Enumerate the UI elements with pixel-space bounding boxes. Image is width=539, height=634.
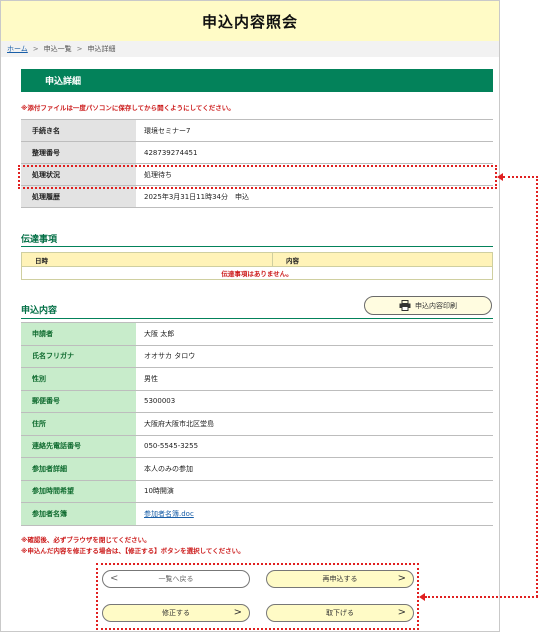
details-key: 参加者名簿 [21, 502, 136, 526]
details-row: 性別 男性 [21, 367, 493, 391]
summary-value: 428739274451 [136, 141, 493, 164]
footer-note-edit: ※申込んだ内容を修正する場合は、【修正する】ボタンを選択してください。 [21, 547, 245, 555]
details-value: 大阪府大阪市北区堂島 [136, 412, 493, 436]
summary-table: 手続き名 環境セミナー7 整理番号 428739274451 処理状況 処理待ち 処理… [21, 119, 493, 208]
dentatsu-header-row: 日時 内容 [21, 252, 493, 267]
details-key: 住所 [21, 412, 136, 436]
print-button-label: 申込内容印刷 [415, 301, 457, 310]
breadcrumb-home-link[interactable]: ホーム [7, 44, 28, 54]
breadcrumb-separator: > [76, 45, 83, 53]
details-key: 申請者 [21, 322, 136, 346]
breadcrumb-detail: 申込詳細 [87, 45, 116, 53]
details-key: 氏名フリガナ [21, 344, 136, 368]
details-key: 郵便番号 [21, 389, 136, 413]
details-row: 参加時間希望 10時開演 [21, 479, 493, 503]
summary-key: 手続き名 [21, 119, 136, 142]
summary-key: 整理番号 [21, 141, 136, 164]
details-row: 住所 大阪府大阪市北区堂島 [21, 412, 493, 436]
dentatsu-title: 伝達事項 [21, 235, 58, 245]
page-title: 申込内容照会 [201, 12, 298, 31]
details-row: 連絡先電話番号 050-5545-3255 [21, 434, 493, 458]
divider [21, 246, 493, 247]
details-value: 大阪 太郎 [136, 322, 493, 346]
details-row: 申請者 大阪 太郎 [21, 322, 493, 346]
printer-icon [399, 300, 411, 311]
divider [21, 318, 493, 319]
connector-line [425, 596, 538, 598]
print-button[interactable]: 申込内容印刷 [364, 296, 492, 315]
details-key: 性別 [21, 367, 136, 391]
details-value: 10時開演 [136, 479, 493, 503]
details-row: 参加者詳細 本人のみの参加 [21, 457, 493, 481]
buttons-highlight-box [96, 563, 419, 630]
title-bar: 申込内容照会 [1, 1, 499, 41]
moushikomi-title: 申込内容 [21, 306, 58, 316]
arrow-head-icon [419, 593, 425, 601]
connector-line [536, 176, 538, 597]
details-value: 男性 [136, 367, 493, 391]
details-row: 郵便番号 5300003 [21, 389, 493, 413]
details-key: 連絡先電話番号 [21, 434, 136, 458]
attachment-notice: ※添付ファイルは一度パソコンに保存してから開くようにしてください。 [21, 104, 235, 112]
details-value: 本人のみの参加 [136, 457, 493, 481]
details-value: オオサカ タロウ [136, 344, 493, 368]
details-row: 氏名フリガナ オオサカ タロウ [21, 344, 493, 368]
details-value: 5300003 [136, 389, 493, 413]
dentatsu-empty-row: 伝達事項はありません。 [21, 266, 493, 280]
details-row: 参加者名簿 参加者名簿.doc [21, 502, 493, 526]
column-header-content: 内容 [272, 252, 493, 267]
breadcrumb-separator: > [32, 45, 39, 53]
dentatsu-table: 日時 内容 伝達事項はありません。 [21, 252, 493, 280]
details-table: 申請者 大阪 太郎 氏名フリガナ オオサカ タロウ 性別 男性 郵便番号 5300003… [21, 322, 493, 526]
breadcrumb: ホーム > 申込一覧 > 申込詳細 [1, 41, 499, 57]
connector-line [503, 176, 538, 178]
summary-row-procedure: 手続き名 環境セミナー7 [21, 119, 493, 142]
details-value: 050-5545-3255 [136, 434, 493, 458]
details-key: 参加者詳細 [21, 457, 136, 481]
breadcrumb-list: 申込一覧 [43, 45, 72, 53]
summary-row-number: 整理番号 428739274451 [21, 141, 493, 164]
dentatsu-empty-message: 伝達事項はありません。 [21, 266, 493, 280]
details-key: 参加時間希望 [21, 479, 136, 503]
status-highlight-box [18, 165, 497, 189]
attachment-file-link[interactable]: 参加者名簿.doc [144, 510, 194, 518]
footer-note-close-browser: ※確認後、必ずブラウザを閉じてください。 [21, 536, 151, 544]
summary-value: 環境セミナー7 [136, 119, 493, 142]
panel-header: 申込詳細 [21, 69, 493, 92]
column-header-date: 日時 [21, 252, 273, 267]
